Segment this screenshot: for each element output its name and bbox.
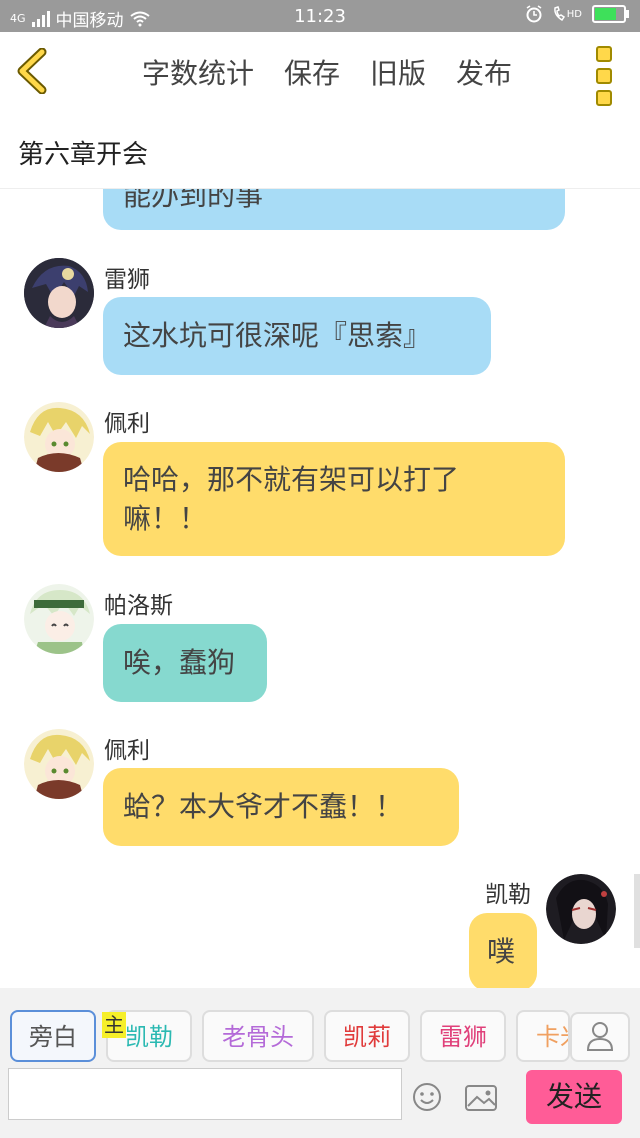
- editor-toolbar: 字数统计 保存 旧版 发布: [0, 32, 640, 111]
- scrollbar-thumb[interactable]: [634, 874, 640, 948]
- sender-name: 佩利: [104, 411, 150, 437]
- sender-name: 雷狮: [104, 267, 150, 293]
- status-bar: 4G 中国移动 11:23 HD: [0, 0, 640, 32]
- word-count-button[interactable]: 字数统计: [142, 52, 254, 92]
- message-text: 蛤？本大爷才不蠢！！: [123, 790, 404, 823]
- message-bubble: 唉，蠢狗: [103, 624, 267, 702]
- toolbar-actions: 字数统计 保存 旧版 发布: [142, 52, 512, 92]
- message-text: 能办到的事: [123, 188, 264, 212]
- avatar[interactable]: [24, 402, 94, 472]
- role-chip[interactable]: 雷狮: [420, 1010, 506, 1062]
- save-button[interactable]: 保存: [284, 52, 340, 92]
- publish-button[interactable]: 发布: [456, 52, 512, 92]
- emoji-icon[interactable]: [412, 1082, 442, 1112]
- message-text: 噗: [487, 935, 516, 968]
- chapter-title: 第六章开会: [18, 140, 149, 170]
- role-chip[interactable]: 老骨头: [202, 1010, 314, 1062]
- hd-call-icon: HD: [553, 6, 582, 22]
- role-chip-label: 旁白: [29, 1023, 77, 1051]
- battery-icon: [592, 5, 629, 23]
- message-input[interactable]: [8, 1068, 402, 1120]
- role-chip[interactable]: 凯莉: [324, 1010, 410, 1062]
- send-button[interactable]: 发送: [526, 1070, 622, 1124]
- role-chip-label: 卡米: [536, 1023, 568, 1051]
- alarm-icon: [526, 5, 542, 23]
- image-icon[interactable]: [464, 1084, 498, 1112]
- role-chip-label: 凯勒: [125, 1023, 173, 1051]
- message-text: 唉，蠢狗: [123, 646, 236, 679]
- message-bubble: 能办到的事: [103, 188, 565, 230]
- message-bubble: 噗: [469, 913, 537, 988]
- back-chevron-icon[interactable]: [14, 48, 54, 94]
- avatar[interactable]: [546, 874, 616, 944]
- message-bubble: 这水坑可很深呢『思索』: [103, 297, 491, 375]
- sender-name: 凯勒: [485, 882, 531, 908]
- more-menu-icon[interactable]: [596, 46, 612, 106]
- main-character-badge: 主: [102, 1012, 126, 1038]
- role-chip-label: 老骨头: [222, 1023, 294, 1051]
- chapter-header[interactable]: 第六章开会: [0, 110, 640, 189]
- message-text-line: 哈哈，那不就有架可以打了: [123, 463, 460, 496]
- message-bubble: 哈哈，那不就有架可以打了 嘛！！: [103, 442, 565, 556]
- chat-area[interactable]: 能办到的事 雷狮 这水坑可很深呢『思索』 佩利 哈哈，那不就有架可以打了 嘛！！…: [0, 188, 640, 988]
- old-version-button[interactable]: 旧版: [370, 52, 426, 92]
- message-text: 这水坑可很深呢『思索』: [123, 319, 432, 352]
- sender-name: 帕洛斯: [104, 593, 173, 619]
- message-text-line: 嘛！！: [123, 502, 208, 535]
- avatar[interactable]: [24, 258, 94, 328]
- message-bubble: 蛤？本大爷才不蠢！！: [103, 768, 459, 846]
- status-right: HD: [525, 5, 629, 23]
- hd-label: HD: [566, 8, 582, 20]
- avatar[interactable]: [24, 729, 94, 799]
- role-chip-narration[interactable]: 旁白: [10, 1010, 96, 1062]
- role-chip[interactable]: 卡米: [516, 1010, 570, 1062]
- role-chip-label: 凯莉: [343, 1023, 391, 1051]
- sender-name: 佩利: [104, 738, 150, 764]
- person-icon[interactable]: [570, 1012, 630, 1062]
- avatar[interactable]: [24, 584, 94, 654]
- compose-bar: 旁白 主 凯勒 老骨头 凯莉 雷狮 卡米 发送: [0, 988, 640, 1138]
- role-chip-label: 雷狮: [439, 1023, 487, 1051]
